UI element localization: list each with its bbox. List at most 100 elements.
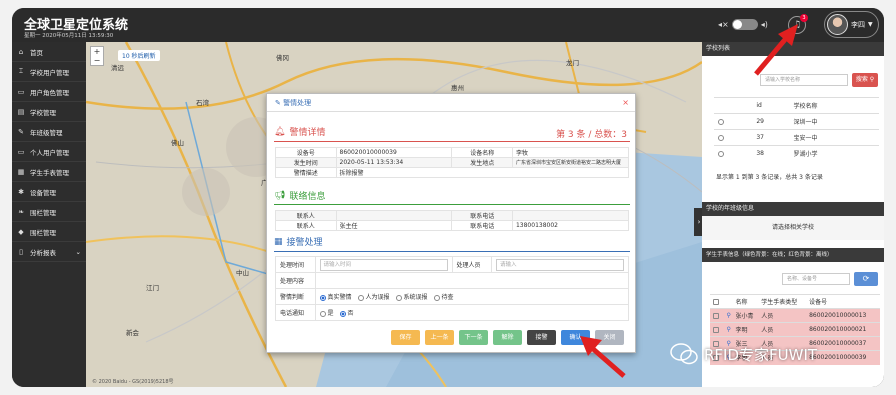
dialog-title-text: 警情处理 xyxy=(283,99,312,107)
sidebar-item-9[interactable]: ◆ 围栏管理 xyxy=(12,222,86,242)
handle-time-input[interactable]: 请输入时间 xyxy=(319,258,448,271)
row-radio[interactable] xyxy=(718,118,724,125)
sidebar-item-6[interactable]: ▦ 学生手表管理 xyxy=(12,162,86,182)
right-panel: 学校列表 请输入学校名称 搜索 ⚲ id 学校名称 29 深圳一中 37 宝安一中 38… xyxy=(702,42,884,387)
watch-icon: ▦ xyxy=(17,167,25,176)
row-checkbox[interactable] xyxy=(713,326,719,333)
map-place-label: 石湾 xyxy=(196,99,209,107)
report-icon: ▯ xyxy=(19,247,23,256)
judge-option[interactable]: 真实警情 xyxy=(319,294,352,301)
school-name: 罗湖小学 xyxy=(789,145,879,162)
sidebar-item-label: 分析报表 xyxy=(30,248,56,257)
radio-button[interactable] xyxy=(433,294,440,301)
handle-content-input[interactable] xyxy=(314,272,629,289)
phone-option[interactable]: 否 xyxy=(339,310,354,317)
bell-icon: 🔔︎ xyxy=(274,126,286,137)
radio-button[interactable] xyxy=(319,310,326,317)
sidebar-item-label: 设备管理 xyxy=(30,188,56,197)
handle-person-input[interactable]: 请输入 xyxy=(496,258,624,271)
col-marker xyxy=(723,294,733,309)
tag-icon: ◆ xyxy=(18,227,24,236)
col-check xyxy=(710,294,724,309)
school-search-button[interactable]: 搜索 ⚲ xyxy=(852,73,878,87)
table-row[interactable]: 38 罗湖小学 xyxy=(714,145,879,162)
next-button[interactable]: 下一条 xyxy=(459,330,488,345)
alarm-detail-section: 🔔︎ 警情详情 xyxy=(274,125,325,139)
sidebar-item-0[interactable]: ⌂ 首页 xyxy=(12,42,86,62)
zoom-out-button[interactable]: − xyxy=(91,56,103,65)
device-name-label: 设备名称 xyxy=(451,147,513,158)
table-row[interactable]: 29 深圳一中 xyxy=(714,113,879,130)
table-row[interactable]: ⚲ 李明 人员 860020010000021 xyxy=(710,322,880,337)
grade-info-header: 学校的年班级信息 xyxy=(702,202,884,216)
radio-label: 是 xyxy=(327,310,334,317)
handle-person-label: 处理人员 xyxy=(451,256,492,273)
search-button-label: 搜索 xyxy=(855,76,868,83)
search-icon: ⚲ xyxy=(869,76,875,83)
refresh-icon[interactable]: ⟳ xyxy=(854,272,878,286)
contact-phone xyxy=(511,210,630,221)
radio-label: 系统误报 xyxy=(403,294,428,301)
map-zoom-control[interactable]: + − xyxy=(90,46,104,66)
sidebar-item-label: 年班级管理 xyxy=(30,128,63,137)
device-no-value: 860020010000039 xyxy=(335,147,453,158)
radio-button[interactable] xyxy=(357,294,364,301)
divider xyxy=(274,251,630,252)
dismiss-button[interactable]: 解除 xyxy=(493,330,522,345)
radio-button[interactable] xyxy=(395,294,402,301)
radio-button[interactable] xyxy=(339,310,346,317)
device-name-value: 李牧 xyxy=(511,147,630,158)
watch-info-header: 学生手表信息（绿色背景：在线；红色背景：离线） xyxy=(702,248,884,262)
sidebar-item-5[interactable]: ▭ 个人用户管理 xyxy=(12,142,86,162)
school-table: id 学校名称 29 深圳一中 37 宝安一中 38 罗湖小学 xyxy=(714,97,879,162)
table-row[interactable]: ⚲ 张小青 人员 860020010000013 xyxy=(710,308,880,323)
row-checkbox[interactable] xyxy=(713,312,719,319)
accept-alarm-button[interactable]: 接警 xyxy=(527,330,556,345)
judge-option[interactable]: 待查 xyxy=(433,294,454,301)
sidebar-item-10[interactable]: ▯ 分析报表 ⌄ xyxy=(12,242,86,262)
sidebar-item-1[interactable]: ⌶ 学校用户管理 xyxy=(12,62,86,82)
watch-type: 人员 xyxy=(758,322,807,337)
radio-label: 待查 xyxy=(441,294,454,301)
phone-notify-options: 是否 xyxy=(314,304,629,321)
judge-option[interactable]: 人为误报 xyxy=(357,294,390,301)
sidebar-item-label: 个人用户管理 xyxy=(30,148,69,157)
sidebar-item-label: 首页 xyxy=(30,48,43,57)
map-place-label: 佛冈 xyxy=(276,54,289,62)
watch-name: 张小青 xyxy=(732,308,759,323)
chevron-down-icon: ⌄ xyxy=(75,247,81,256)
sidebar-item-4[interactable]: ✎ 年班级管理 xyxy=(12,122,86,142)
watch-search-input[interactable]: 名称、设备号 xyxy=(782,273,850,285)
leaf-icon: ❧ xyxy=(18,207,24,216)
row-radio[interactable] xyxy=(718,134,724,141)
alarm-detail-table: 设备号 860020010000039 设备名称 李牧 发生时间 2020-05… xyxy=(275,147,630,178)
sidebar-item-8[interactable]: ❧ 围栏管理 xyxy=(12,202,86,222)
edit-icon: ✎ xyxy=(275,99,284,107)
previous-button[interactable]: 上一条 xyxy=(425,330,454,345)
user-role-icon: ▭ xyxy=(17,87,25,96)
school-icon: ▤ xyxy=(17,107,25,116)
username: 李四 xyxy=(851,20,865,29)
device-no-label: 设备号 xyxy=(275,147,337,158)
row-radio[interactable] xyxy=(718,150,724,157)
contact-name xyxy=(335,210,453,221)
sidebar-item-3[interactable]: ▤ 学校管理 xyxy=(12,102,86,122)
close-icon[interactable]: × xyxy=(622,98,629,107)
phone-notify-label: 电话通知 xyxy=(275,304,316,321)
sidebar-item-7[interactable]: ✱ 设备管理 xyxy=(12,182,86,202)
save-button[interactable]: 保存 xyxy=(391,330,420,345)
grade-info-placeholder: 请选择相关学校 xyxy=(702,216,884,240)
table-row[interactable]: 37 宝安一中 xyxy=(714,129,879,146)
user-menu[interactable]: 李四 ▼ xyxy=(824,11,879,38)
contact-row: 联系人 张主任 联系电话 13800138002 xyxy=(275,220,630,231)
radio-button[interactable] xyxy=(319,294,326,301)
sidebar-item-2[interactable]: ▭ 用户角色管理 xyxy=(12,82,86,102)
zoom-in-button[interactable]: + xyxy=(91,47,103,56)
judge-option[interactable]: 系统误报 xyxy=(395,294,428,301)
sidebar-item-label: 用户角色管理 xyxy=(30,88,69,97)
col-id: id xyxy=(752,97,790,114)
watermark-text: RFID专家FUWIT xyxy=(704,345,818,364)
gear-icon: ✱ xyxy=(18,187,24,196)
contact-phone: 13800138002 xyxy=(511,220,630,231)
phone-option[interactable]: 是 xyxy=(319,310,334,317)
